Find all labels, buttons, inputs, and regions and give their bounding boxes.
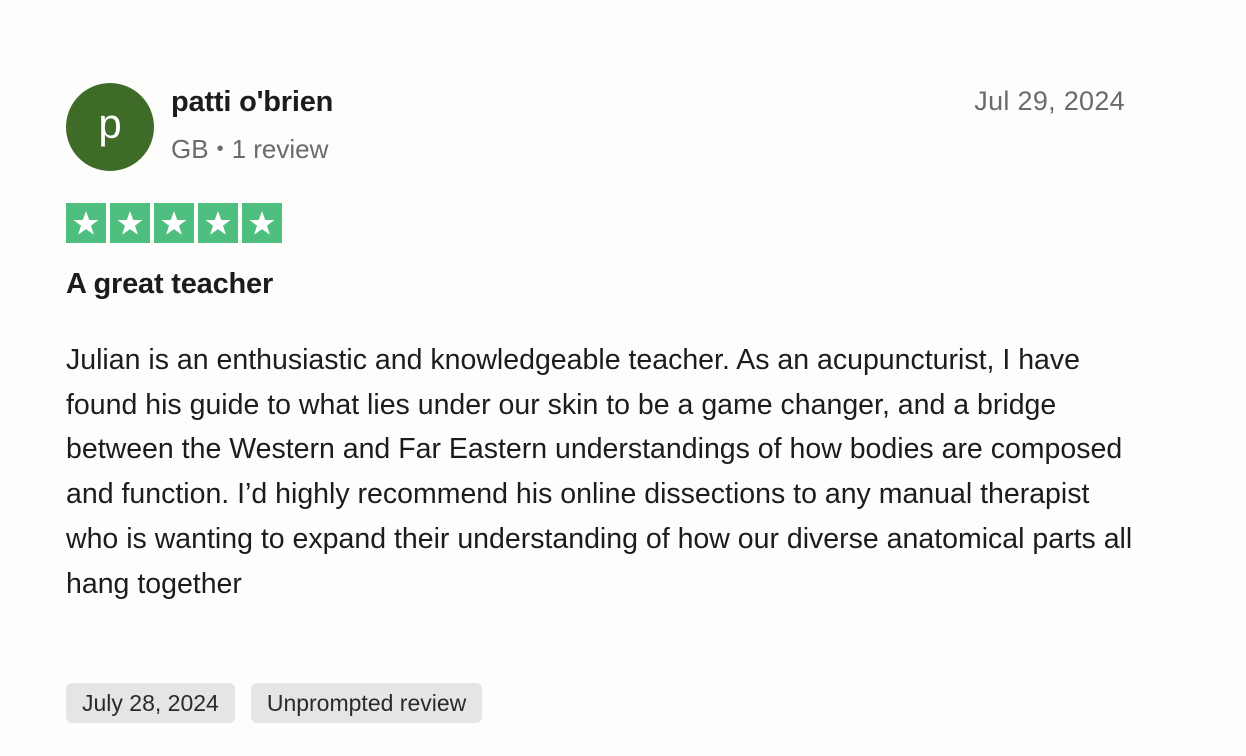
review-tags: July 28, 2024 Unprompted review [66, 683, 483, 723]
review-title[interactable]: A great teacher [66, 268, 273, 301]
avatar-letter: p [98, 100, 122, 147]
review-body: Julian is an enthusiastic and knowledgea… [66, 344, 1133, 600]
reviewer-review-count: 1 review [231, 134, 329, 164]
star-icon [198, 203, 238, 243]
review-card: p patti o'brien GB • 1 review Jul 29, 20… [0, 0, 1246, 756]
meta-separator: • [216, 138, 224, 160]
star-icon [110, 203, 150, 243]
reviewer-name[interactable]: patti o'brien [171, 86, 333, 119]
review-type-tag[interactable]: Unprompted review [250, 683, 483, 723]
avatar[interactable]: p [66, 83, 154, 171]
star-rating [66, 203, 282, 243]
star-icon [242, 203, 282, 243]
reviewer-meta: GB • 1 review [171, 134, 328, 165]
experience-date-tag: July 28, 2024 [66, 683, 235, 723]
review-date: Jul 29, 2024 [974, 86, 1125, 116]
reviewer-country: GB [171, 134, 209, 164]
star-icon [154, 203, 194, 243]
star-icon [66, 203, 106, 243]
